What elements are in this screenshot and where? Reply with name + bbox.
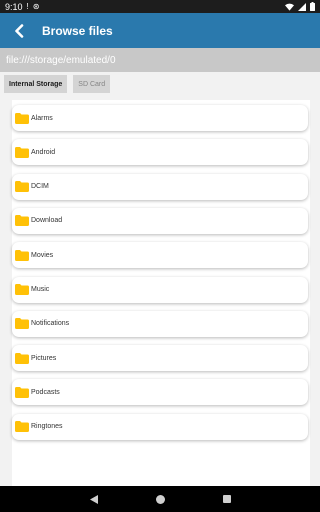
status-time: 9:10 [5,1,23,12]
file-list-panel: Alarms Android DCIM Download Movies Musi… [12,100,310,486]
sync-icon: ⊛ [32,1,40,11]
folder-item-alarms[interactable]: Alarms [12,105,308,131]
folder-item-dcim[interactable]: DCIM [12,173,308,200]
folder-item-pictures[interactable]: Pictures [12,345,308,372]
status-right [285,2,315,11]
folder-name: DCIM [31,183,49,191]
chevron-left-icon [15,23,24,38]
tab-label: Internal Storage [9,80,63,88]
folder-name: Music [31,286,50,293]
path-bar: file:///storage/emulated/0 [0,48,320,72]
back-button[interactable] [0,13,38,48]
folder-icon [15,421,29,433]
folder-item-movies[interactable]: Movies [12,242,308,269]
folder-icon [15,249,29,261]
folder-name: Alarms [31,114,53,122]
tab-sd-card[interactable]: SD Card [73,75,111,93]
folder-icon [15,284,29,295]
status-left: 9:10 ! ⊛ [5,2,39,12]
back-triangle-icon[interactable] [89,494,98,504]
battery-icon [310,2,315,11]
folder-icon [15,112,29,124]
tab-internal-storage[interactable]: Internal Storage [4,75,68,93]
app-bar: Browse files [0,13,320,48]
storage-tabs: Internal Storage SD Card [4,75,111,93]
folder-icon [15,146,29,158]
folder-icon [15,181,29,193]
system-nav-bar [0,486,320,512]
folder-item-notifications[interactable]: Notifications [12,310,308,337]
signal-icon [298,2,306,11]
folder-item-ringtones[interactable]: Ringtones [12,413,308,440]
folder-item-android[interactable]: Android [12,139,308,166]
folder-name: Android [31,148,56,156]
alert-icon: ! [26,1,29,11]
folder-icon [15,386,29,398]
current-path: file:///storage/emulated/0 [6,54,116,66]
folder-item-music[interactable]: Music [12,276,308,303]
folder-icon [15,318,29,330]
folder-name: Movies [31,251,54,259]
folder-name: Ringtones [31,423,63,431]
folder-name: Podcasts [31,388,60,396]
folder-item-podcasts[interactable]: Podcasts [12,379,308,406]
tab-label: SD Card [78,80,106,88]
folder-name: Download [31,217,63,225]
recents-square-icon[interactable] [222,495,231,503]
status-bar: 9:10 ! ⊛ [0,0,320,13]
folder-icon [15,215,29,227]
folder-name: Notifications [31,320,70,328]
home-circle-icon[interactable] [155,494,165,504]
wifi-icon [285,3,294,11]
page-title: Browse files [42,23,113,38]
folder-name: Pictures [31,354,57,362]
folder-item-download[interactable]: Download [12,207,308,234]
folder-icon [15,352,29,364]
